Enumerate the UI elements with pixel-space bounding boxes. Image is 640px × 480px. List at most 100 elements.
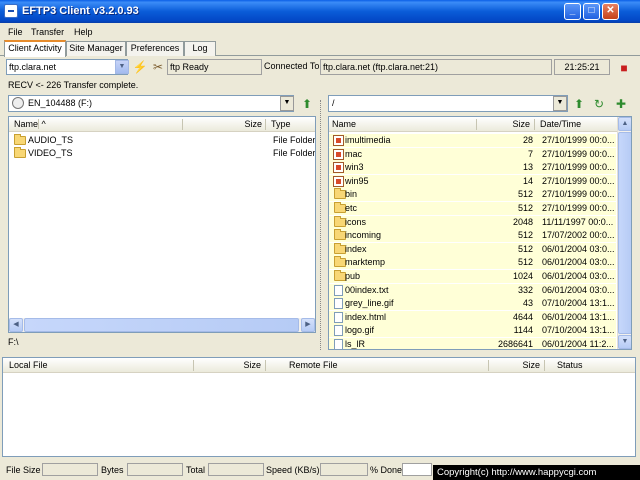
local-drive-combo[interactable]: EN_104488 (F:) — [8, 95, 294, 112]
title-bar: EFTP3 Client v3.2.0.93 _ □ ✕ — [0, 0, 640, 23]
transfer-queue[interactable]: Local File Size Remote File Size Status — [2, 357, 636, 457]
file-name: marktemp — [345, 257, 386, 268]
scroll-up-button[interactable]: ▲ — [618, 117, 631, 131]
connected-host-field: ftp.clara.net (ftp.clara.net:21) — [320, 59, 552, 75]
menu-file[interactable]: File — [8, 27, 23, 37]
remote-col-date[interactable]: Date/Time — [540, 119, 618, 130]
remote-vscrollbar[interactable]: ▲ ▼ — [617, 117, 631, 349]
remote-path-label: / — [332, 98, 335, 108]
file-date: 06/01/2004 03:0... — [542, 271, 615, 281]
scroll-down-button[interactable]: ▼ — [618, 335, 631, 349]
list-item[interactable]: AUDIO_TS File Folder — [9, 134, 315, 147]
scroll-left-button[interactable]: ◀ — [9, 318, 23, 332]
remote-path-dropdown[interactable]: ▼ — [553, 96, 567, 111]
remote-col-size[interactable]: Size — [477, 119, 535, 130]
file-date: 17/07/2002 00:0... — [542, 230, 615, 241]
list-item[interactable]: pub 1024 06/01/2004 03:0... — [329, 270, 616, 283]
file-name: win95 — [345, 175, 369, 186]
remote-col-name[interactable]: Name — [332, 119, 477, 130]
file-date: 06/01/2004 13:1... — [542, 311, 615, 322]
pane-splitter[interactable] — [320, 100, 324, 350]
file-size: 512 — [517, 257, 533, 268]
close-button[interactable]: ✕ — [602, 3, 619, 20]
list-item[interactable]: marktemp 512 06/01/2004 03:0... — [329, 256, 616, 270]
maximize-button[interactable]: □ — [583, 3, 600, 20]
list-item[interactable]: win3 13 27/10/1999 00:0... — [329, 161, 616, 175]
app-icon[interactable] — [4, 4, 18, 18]
local-list-header: Name ^ Size Type — [9, 117, 315, 132]
remote-up-folder-icon[interactable]: ⬆ — [571, 96, 587, 112]
local-drive-dropdown[interactable]: ▼ — [280, 96, 294, 111]
file-size: 4644 — [512, 311, 533, 322]
stop-icon[interactable]: ■ — [616, 60, 632, 76]
file-size: 43 — [522, 298, 533, 309]
queue-col-local-size[interactable]: Size — [194, 360, 266, 371]
tab-preferences[interactable]: Preferences — [126, 41, 184, 56]
local-up-folder-icon[interactable]: ⬆ — [299, 96, 315, 112]
file-size: 1144 — [513, 325, 533, 336]
local-col-type[interactable]: Type — [271, 119, 315, 130]
list-item[interactable]: index 512 06/01/2004 03:0... — [329, 242, 616, 256]
list-item[interactable]: imultimedia 28 27/10/1999 00:0... — [329, 134, 616, 147]
connect-icon[interactable]: ⚡ — [132, 59, 148, 75]
refresh-icon[interactable]: ↻ — [591, 96, 607, 112]
speed-label: Speed (KB/s) — [266, 465, 320, 475]
scroll-right-button[interactable]: ▶ — [301, 318, 315, 332]
link-icon — [333, 162, 344, 174]
percent-done-label: % Done — [370, 465, 403, 475]
file-date: 06/01/2004 03:0... — [542, 284, 615, 295]
file-size: 512 — [517, 243, 533, 254]
tab-log[interactable]: Log — [184, 41, 216, 56]
status-message: RECV <- 226 Transfer complete. — [8, 80, 139, 90]
file-date: 27/10/1999 00:0... — [542, 175, 615, 186]
file-date: 27/10/1999 00:0... — [542, 135, 615, 145]
disconnect-icon[interactable]: ✂ — [150, 59, 166, 75]
list-item[interactable]: win95 14 27/10/1999 00:0... — [329, 174, 616, 188]
bytes-value — [127, 463, 183, 476]
file-size: 28 — [522, 135, 533, 145]
local-col-size[interactable]: Size — [183, 119, 266, 130]
queue-col-local-file[interactable]: Local File — [9, 360, 194, 371]
host-value: ftp.clara.net — [9, 62, 57, 72]
list-item[interactable]: ls_lR 2686641 06/01/2004 11:2... — [329, 338, 616, 349]
scroll-thumb[interactable] — [618, 132, 631, 334]
local-col-name[interactable]: Name ^ — [14, 119, 183, 130]
queue-col-remote-size[interactable]: Size — [489, 360, 545, 371]
menu-bar: File Transfer Help — [0, 24, 640, 40]
list-item[interactable]: mac 7 27/10/1999 00:0... — [329, 147, 616, 161]
queue-col-remote-file[interactable]: Remote File — [289, 360, 489, 371]
host-dropdown-button[interactable]: ▼ — [115, 60, 129, 74]
tab-client-activity[interactable]: Client Activity — [4, 40, 66, 57]
file-size: 13 — [522, 162, 533, 173]
file-date: 06/01/2004 03:0... — [542, 243, 615, 254]
host-combo[interactable]: ftp.clara.net — [6, 59, 128, 75]
remote-file-list[interactable]: Name Size Date/Time imultimedia 28 27/10/1… — [328, 116, 632, 350]
file-name: mac — [345, 148, 363, 159]
menu-transfer[interactable]: Transfer — [31, 27, 64, 37]
scroll-thumb[interactable] — [24, 318, 299, 332]
file-name: incoming — [345, 230, 382, 241]
list-item[interactable]: logo.gif 1144 07/10/2004 13:1... — [329, 324, 616, 338]
list-item[interactable]: bin 512 27/10/1999 00:0... — [329, 188, 616, 202]
file-name: bin — [345, 189, 358, 200]
list-item[interactable]: icons 2048 11/11/1997 00:0... — [329, 215, 616, 229]
tab-site-manager[interactable]: Site Manager — [66, 41, 126, 56]
new-folder-icon[interactable]: ✚ — [613, 96, 629, 112]
local-hscrollbar[interactable]: ◀ ▶ — [9, 318, 315, 332]
list-item[interactable]: 00index.txt 332 06/01/2004 03:0... — [329, 283, 616, 297]
file-date: 07/10/2004 13:1... — [542, 298, 615, 309]
total-label: Total — [186, 465, 206, 475]
list-item[interactable]: VIDEO_TS File Folder — [9, 147, 315, 160]
list-item[interactable]: grey_line.gif 43 07/10/2004 13:1... — [329, 297, 616, 311]
menu-help[interactable]: Help — [74, 27, 93, 37]
list-item[interactable]: index.html 4644 06/01/2004 13:1... — [329, 310, 616, 324]
link-icon — [333, 148, 344, 160]
clock-field: 21:25:21 — [554, 59, 610, 75]
queue-col-status[interactable]: Status — [557, 360, 635, 371]
list-item[interactable]: incoming 512 17/07/2002 00:0... — [329, 229, 616, 243]
file-icon — [334, 298, 343, 310]
minimize-button[interactable]: _ — [564, 3, 581, 20]
local-file-list[interactable]: Name ^ Size Type AUDIO_TS File Folder VI… — [8, 116, 316, 333]
remote-path-combo[interactable]: / — [328, 95, 568, 112]
list-item[interactable]: etc 512 27/10/1999 00:0... — [329, 202, 616, 215]
